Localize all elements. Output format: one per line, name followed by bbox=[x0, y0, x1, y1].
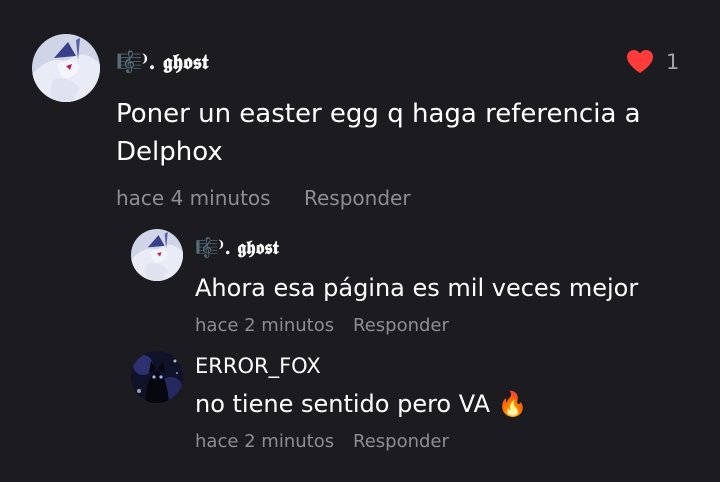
avatar[interactable] bbox=[131, 229, 183, 281]
reply-text: no tiene sentido pero VA 🔥 bbox=[195, 390, 528, 418]
reply-timestamp: hace 2 minutos bbox=[195, 431, 335, 452]
reply-text: Ahora esa página es mil veces mejor bbox=[195, 274, 639, 302]
avatar[interactable] bbox=[131, 351, 183, 403]
comment-author[interactable]: 🎼⁾. 𝖌𝖍𝖔𝖘𝖙 bbox=[116, 49, 208, 75]
comment-timestamp: hace 4 minutos bbox=[116, 186, 271, 210]
like-count: 1 bbox=[666, 49, 680, 74]
reply-author[interactable]: 🎼⁾. 𝖌𝖍𝖔𝖘𝖙 bbox=[195, 236, 279, 259]
avatar-image bbox=[131, 351, 183, 403]
heart-icon[interactable] bbox=[626, 49, 654, 74]
reply-timestamp: hace 2 minutos bbox=[195, 315, 335, 336]
like-button[interactable]: 1 bbox=[626, 49, 679, 74]
reply-button[interactable]: Responder bbox=[304, 186, 411, 210]
avatar-image bbox=[131, 229, 183, 281]
avatar-image bbox=[32, 34, 100, 102]
reply-author[interactable]: ERROR_FOX bbox=[195, 354, 321, 378]
comment-text-line1: Poner un easter egg q haga referencia a bbox=[116, 99, 641, 129]
avatar[interactable] bbox=[32, 34, 100, 102]
reply-button[interactable]: Responder bbox=[353, 431, 449, 452]
reply-button[interactable]: Responder bbox=[353, 315, 449, 336]
comment-text-line2: Delphox bbox=[116, 137, 223, 167]
